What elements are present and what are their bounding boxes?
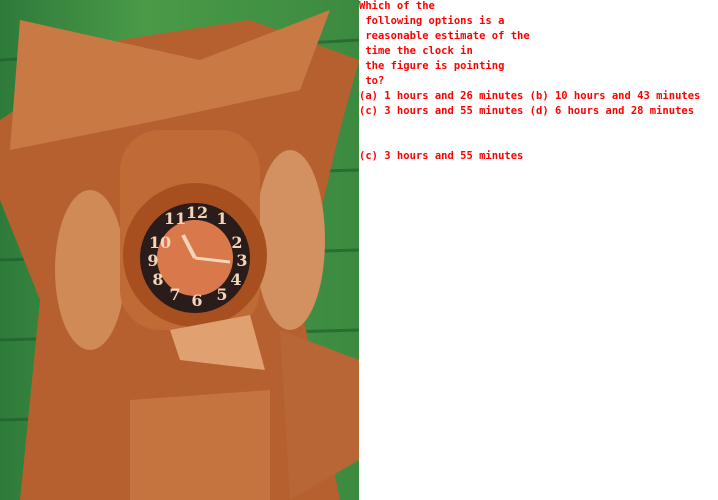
question-line: time the clock in xyxy=(359,45,473,57)
svg-text:4: 4 xyxy=(230,270,241,289)
svg-text:7: 7 xyxy=(169,285,180,304)
question-line: Which of the xyxy=(359,0,435,12)
svg-text:12: 12 xyxy=(186,203,208,222)
answer-text: (c) 3 hours and 55 minutes xyxy=(359,150,524,162)
options-line: (a) 1 hours and 26 minutes (b) 10 hours … xyxy=(359,90,701,102)
svg-text:8: 8 xyxy=(152,270,163,289)
question-line: the figure is pointing xyxy=(359,60,505,72)
svg-text:1: 1 xyxy=(216,209,227,228)
question-line: following options is a xyxy=(359,15,505,27)
svg-text:5: 5 xyxy=(216,285,227,304)
svg-text:10: 10 xyxy=(149,233,171,252)
cuckoo-clock-photo: 12 1 2 345 678 9 10 11 xyxy=(0,0,359,500)
svg-text:9: 9 xyxy=(147,251,158,270)
svg-text:6: 6 xyxy=(191,291,202,310)
svg-text:2: 2 xyxy=(231,233,242,252)
options-line: (c) 3 hours and 55 minutes (d) 6 hours a… xyxy=(359,105,695,117)
svg-text:3: 3 xyxy=(236,251,247,270)
question-line: reasonable estimate of the xyxy=(359,30,530,42)
question-line: to? xyxy=(359,75,385,87)
cuckoo-clock-illustration: 12 12 345 678 910 11 xyxy=(0,10,359,500)
svg-text:11: 11 xyxy=(164,209,186,228)
